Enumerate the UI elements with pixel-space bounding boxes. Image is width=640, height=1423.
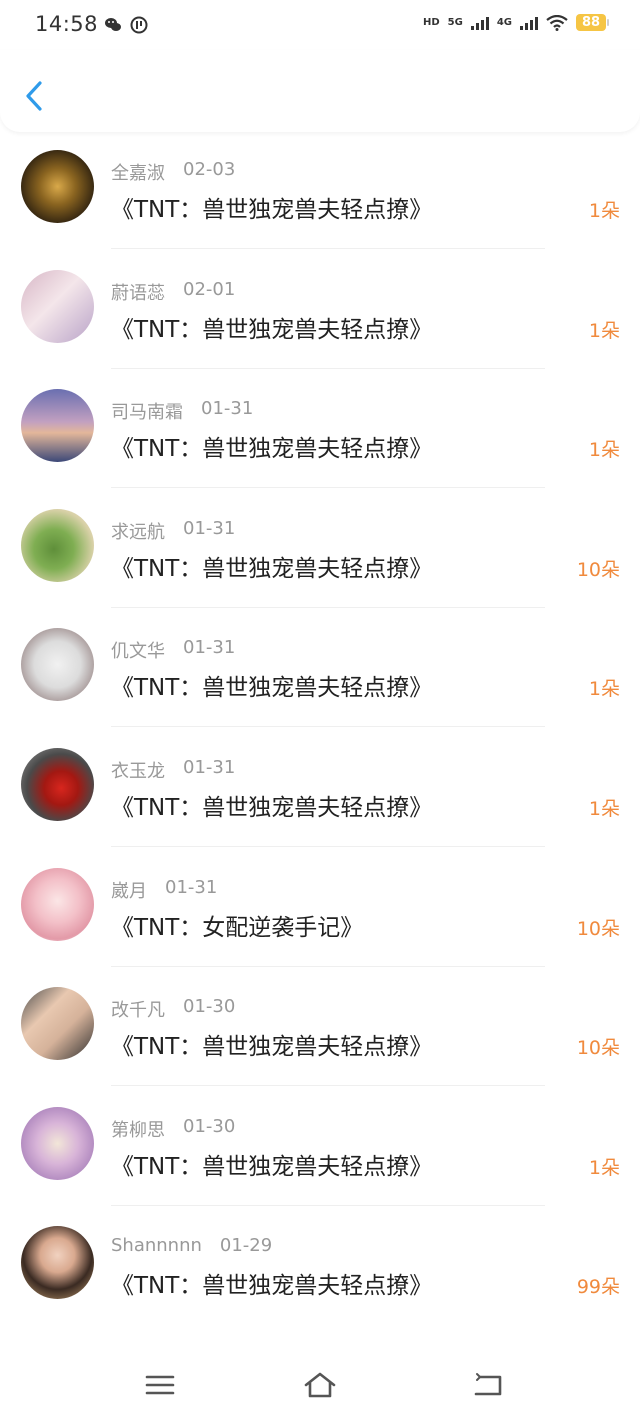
sender-name: 蔚语蕊: [111, 282, 165, 304]
book-title: 《TNT：兽世独宠兽夫轻点撩》: [111, 197, 433, 223]
status-right-icons: HD 5G 4G 88: [422, 14, 609, 31]
avatar: [21, 747, 94, 821]
book-title: 《TNT：兽世独宠兽夫轻点撩》: [111, 675, 433, 702]
divider: [111, 606, 545, 608]
divider: [111, 248, 545, 249]
avatar: [21, 508, 94, 582]
send-date: 01-31: [183, 517, 236, 539]
flower-amount: 1朵: [588, 319, 620, 342]
list-item[interactable]: 改千凡 01-30 《TNT：兽世独宠兽夫轻点撩》 10朵: [0, 987, 640, 1107]
divider: [111, 845, 545, 847]
status-left-icons: [104, 16, 148, 34]
send-date: 01-30: [183, 1115, 236, 1137]
hd-label: HD: [422, 17, 440, 28]
sender-name: 全嘉淑: [111, 163, 165, 184]
book-title: 《TNT：兽世独宠兽夫轻点撩》: [111, 794, 433, 821]
divider: [111, 487, 545, 489]
book-title: 《TNT：兽世独宠兽夫轻点撩》: [111, 316, 433, 343]
battery-indicator: 88: [576, 14, 609, 31]
flower-amount: 1朵: [588, 797, 620, 820]
sender-meta: 第柳思 01-30: [111, 1116, 235, 1142]
list-item[interactable]: 蔚语蕊 02-01 《TNT：兽世独宠兽夫轻点撩》 1朵: [0, 269, 640, 390]
divider: [111, 1085, 545, 1087]
divider: [111, 726, 545, 728]
book-title: 《TNT：兽世独宠兽夫轻点撩》: [111, 436, 433, 463]
book-title: 《TNT：兽世独宠兽夫轻点撩》: [111, 555, 433, 582]
net-5g-label: 5G: [447, 17, 463, 28]
system-nav-bar: [0, 1345, 640, 1423]
sender-meta: 衣玉龙 01-31: [111, 757, 235, 783]
flower-amount: 10朵: [576, 558, 620, 581]
sender-name: Shannnnn: [111, 1235, 202, 1257]
send-date: 02-03: [183, 159, 236, 180]
sender-meta: 求远航 01-31: [111, 518, 235, 544]
sender-meta: Shannnnn 01-29: [111, 1235, 272, 1256]
sender-name: 求远航: [111, 521, 165, 543]
avatar: [21, 867, 94, 941]
send-date: 01-29: [219, 1235, 273, 1257]
wechat-icon: [105, 18, 121, 31]
status-time: 14:58: [35, 12, 99, 36]
divider: [111, 965, 545, 967]
flower-amount: 1朵: [588, 1156, 620, 1179]
status-bar: 14:58 HD 5G 4G 88: [0, 0, 640, 50]
signal-5g-icon: [470, 16, 489, 30]
send-date: 01-30: [183, 996, 236, 1018]
list-item[interactable]: 求远航 01-31 《TNT：兽世独宠兽夫轻点撩》 10朵: [0, 508, 640, 629]
divider: [111, 1204, 545, 1206]
avatar: [21, 987, 94, 1061]
sender-name: 第柳思: [111, 1119, 165, 1141]
send-date: 01-31: [183, 756, 236, 778]
divider: [111, 367, 545, 369]
avatar: [21, 150, 94, 223]
send-date: 02-01: [183, 278, 236, 300]
flower-amount: 1朵: [588, 439, 620, 462]
gift-record-list: 全嘉淑 02-03 《TNT：兽世独宠兽夫轻点撩》 1朵 蔚语蕊 02-01 《…: [0, 150, 640, 1346]
sender-name: 改千凡: [111, 1000, 165, 1022]
flower-amount: 1朵: [588, 200, 620, 222]
sender-name: 衣玉龙: [111, 760, 165, 782]
book-title: 《TNT：女配逆袭手记》: [111, 914, 364, 941]
avatar: [21, 269, 94, 343]
flower-amount: 10朵: [576, 1037, 620, 1060]
menu-icon[interactable]: [143, 1371, 177, 1399]
list-item[interactable]: 全嘉淑 02-03 《TNT：兽世独宠兽夫轻点撩》 1朵: [0, 150, 640, 270]
signal-4g-icon: [520, 16, 538, 30]
list-item[interactable]: 崴月 01-31 《TNT：女配逆袭手记》 10朵: [0, 867, 640, 988]
sender-meta: 司马南霜 01-31: [111, 398, 253, 424]
avatar: [21, 628, 94, 702]
sender-meta: 崴月 01-31: [111, 877, 217, 903]
list-item[interactable]: 第柳思 01-30 《TNT：兽世独宠兽夫轻点撩》 1朵: [0, 1106, 640, 1227]
wifi-icon: [546, 14, 568, 31]
avatar: [21, 389, 94, 463]
return-icon[interactable]: [472, 1371, 506, 1399]
chevron-left-icon[interactable]: [22, 79, 48, 113]
flower-amount: 1朵: [588, 678, 620, 701]
book-title: 《TNT：兽世独宠兽夫轻点撩》: [111, 1153, 433, 1180]
header: [0, 50, 640, 132]
sender-name: 仉文华: [111, 641, 165, 663]
sender-meta: 仉文华 01-31: [111, 637, 235, 663]
list-item[interactable]: Shannnnn 01-29 《TNT：兽世独宠兽夫轻点撩》 99朵: [0, 1226, 640, 1346]
flower-amount: 99朵: [576, 1276, 620, 1299]
notification-icon: [130, 16, 148, 34]
send-date: 01-31: [165, 876, 218, 898]
net-4g-label: 4G: [496, 17, 512, 28]
home-icon[interactable]: [303, 1371, 337, 1399]
send-date: 01-31: [201, 398, 254, 420]
list-item[interactable]: 仉文华 01-31 《TNT：兽世独宠兽夫轻点撩》 1朵: [0, 628, 640, 748]
book-title: 《TNT：兽世独宠兽夫轻点撩》: [111, 1273, 433, 1300]
sender-meta: 改千凡 01-30: [111, 996, 235, 1022]
avatar: [21, 1106, 94, 1180]
avatar: [21, 1226, 94, 1300]
sender-name: 司马南霜: [111, 402, 183, 424]
sender-name: 崴月: [111, 880, 147, 902]
sender-meta: 全嘉淑 02-03: [111, 159, 235, 185]
send-date: 01-31: [183, 637, 236, 659]
sender-meta: 蔚语蕊 02-01: [111, 279, 235, 305]
list-item[interactable]: 衣玉龙 01-31 《TNT：兽世独宠兽夫轻点撩》 1朵: [0, 747, 640, 868]
list-item[interactable]: 司马南霜 01-31 《TNT：兽世独宠兽夫轻点撩》 1朵: [0, 389, 640, 509]
flower-amount: 10朵: [576, 917, 620, 940]
book-title: 《TNT：兽世独宠兽夫轻点撩》: [111, 1034, 433, 1061]
